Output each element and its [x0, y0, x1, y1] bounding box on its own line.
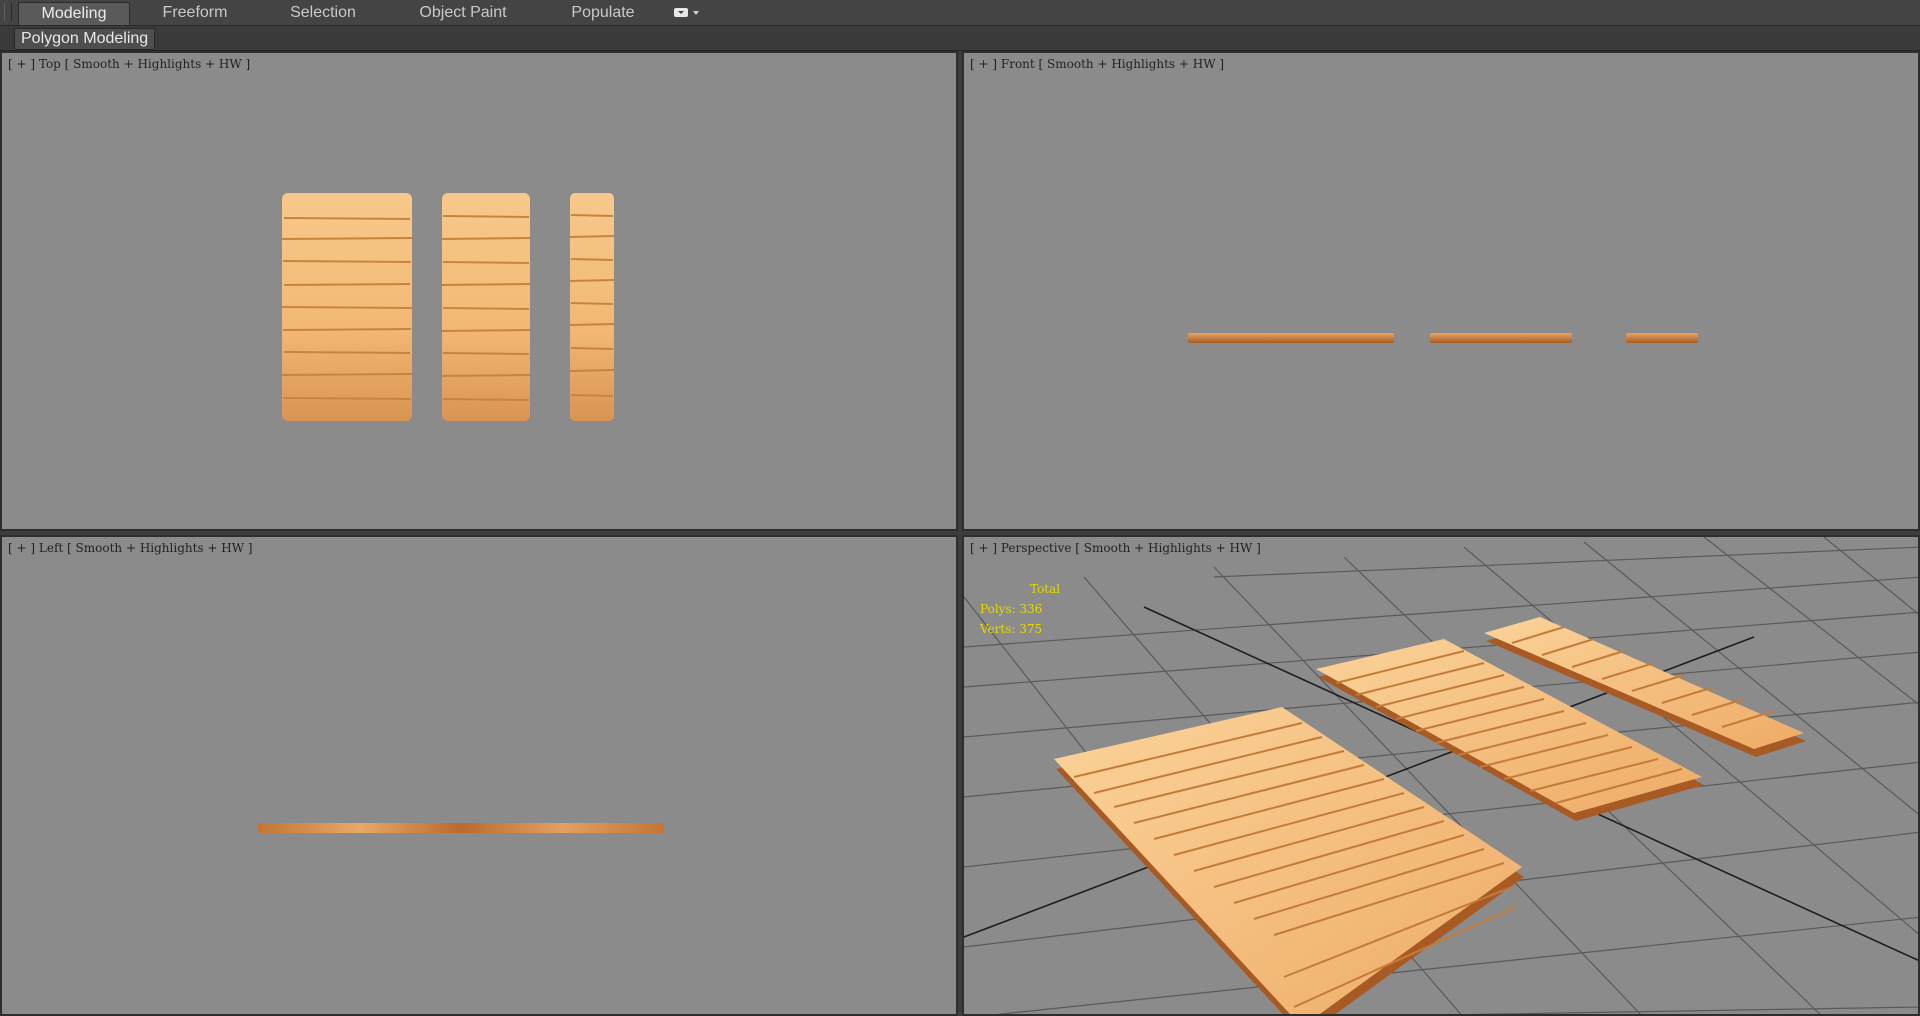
plank-platform-medium[interactable] — [441, 193, 531, 421]
stats-polys-value: 336 — [1019, 602, 1043, 616]
label-bracket: [ — [1071, 541, 1084, 555]
stats-verts-row: Verts: 375 — [980, 619, 1060, 639]
viewport-shading-mode[interactable]: Smooth + Highlights + HW — [1084, 541, 1253, 555]
ribbon-tab-bar: Modeling Freeform Selection Object Paint… — [0, 0, 1920, 26]
ribbon-options-icon — [674, 8, 688, 17]
label-bracket-close: ] — [1252, 541, 1261, 555]
tab-object-paint[interactable]: Object Paint — [408, 2, 518, 24]
viewport-perspective[interactable]: [ + ] Perspective [ Smooth + Highlights … — [962, 535, 1920, 1016]
chevron-down-icon — [693, 11, 699, 15]
tab-selection[interactable]: Selection — [268, 2, 378, 24]
tab-freeform[interactable]: Freeform — [140, 2, 250, 24]
viewport-top[interactable]: [ + ] Top [ Smooth + Highlights + HW ] — [0, 51, 958, 531]
plank-platforms-side[interactable] — [258, 823, 664, 833]
viewport-label-perspective[interactable]: [ + ] Perspective [ Smooth + Highlights … — [970, 541, 1261, 555]
plank-platform-small[interactable] — [1626, 333, 1698, 343]
left-view-scene — [258, 823, 664, 833]
plank-platform-large[interactable] — [281, 193, 413, 421]
stats-polys-row: Polys: 336 — [980, 599, 1060, 619]
viewport-point-of-view[interactable]: Perspective — [1001, 541, 1072, 555]
statistics-overlay: Total Polys: 336 Verts: 375 — [980, 579, 1060, 639]
polygon-modeling-panel-button[interactable]: Polygon Modeling — [14, 28, 156, 50]
viewport-menu-plus[interactable]: [ + ] — [970, 541, 1001, 555]
tab-populate[interactable]: Populate — [548, 2, 658, 24]
plank-platform-small[interactable] — [569, 193, 615, 421]
viewport-left[interactable]: [ + ] Left [ Smooth + Highlights + HW ] — [0, 535, 958, 1016]
front-view-scene — [1188, 333, 1698, 343]
plank-platform-large-3d[interactable] — [1054, 707, 1524, 1016]
tab-modeling[interactable]: Modeling — [18, 2, 130, 25]
stats-verts-label: Verts: — [980, 622, 1016, 636]
perspective-scene — [964, 537, 1918, 1016]
stats-header: Total — [1030, 582, 1061, 596]
ribbon-grip-handle[interactable] — [4, 3, 12, 21]
stats-verts-value: 375 — [1019, 622, 1043, 636]
viewport-front[interactable]: [ + ] Front [ Smooth + Highlights + HW ] — [962, 51, 1920, 531]
plank-platform-large[interactable] — [1188, 333, 1394, 343]
plank-platform-medium[interactable] — [1430, 333, 1572, 343]
top-view-scene — [281, 193, 615, 421]
ribbon-options-dropdown[interactable] — [672, 5, 704, 21]
ribbon-panel-bar: Polygon Modeling — [0, 26, 1920, 51]
stats-polys-label: Polys: — [980, 602, 1016, 616]
